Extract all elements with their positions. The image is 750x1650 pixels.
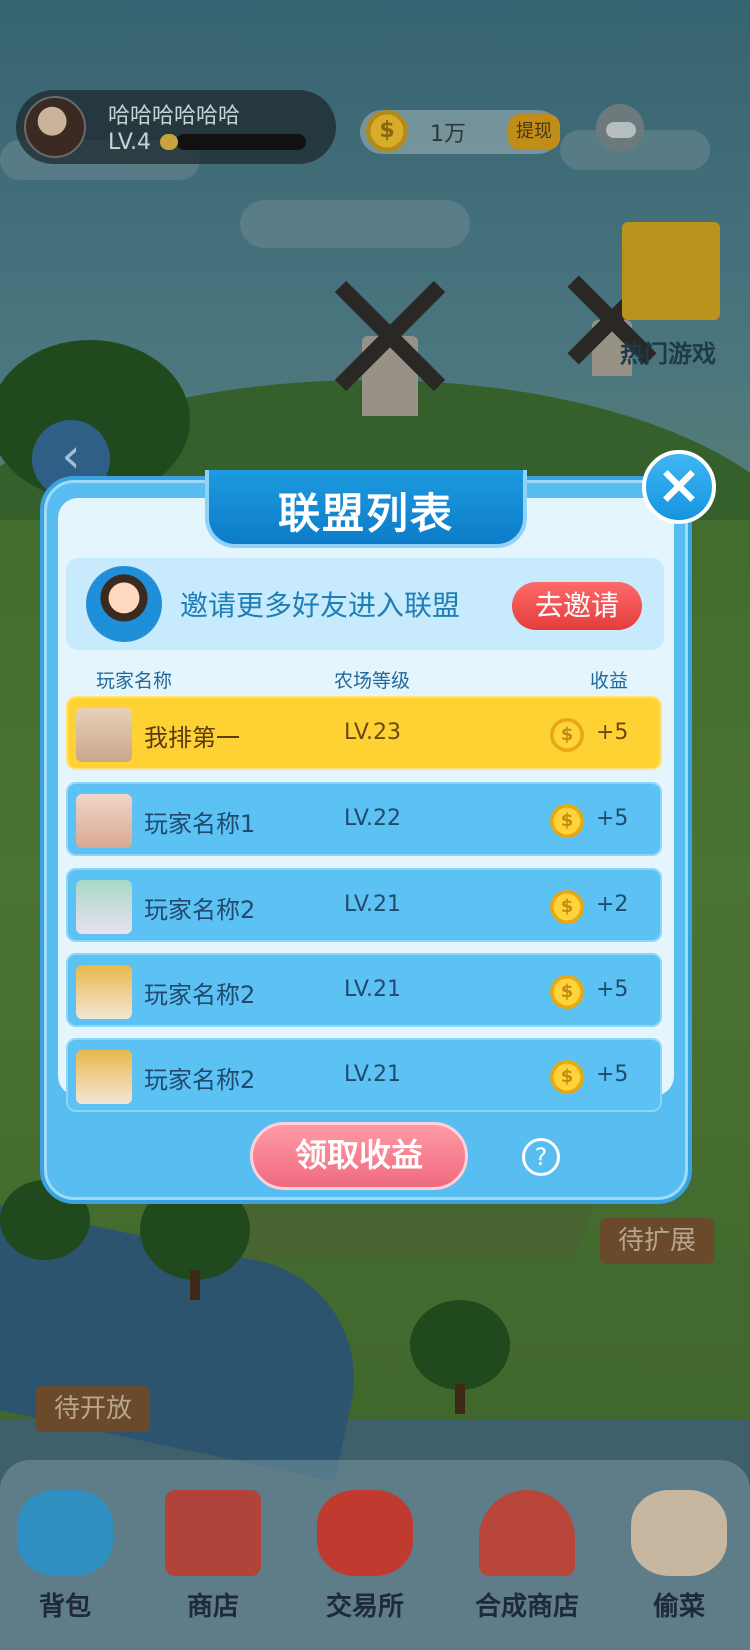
farm-level: LV.22: [344, 806, 402, 831]
player-name: 玩家名称2: [144, 1066, 256, 1094]
coin-icon: $: [366, 110, 408, 152]
player-name: 我排第一: [144, 724, 240, 752]
column-header-level: 农场等级: [334, 670, 411, 692]
level-progress-fill: [160, 134, 178, 150]
add-friend-icon: [86, 566, 162, 642]
column-header-income: 收益: [590, 670, 629, 692]
table-row[interactable]: 我排第一 LV.23 $ +5: [66, 696, 662, 770]
coin-icon: $: [550, 975, 584, 1009]
nav-label: 偷菜: [652, 1592, 705, 1622]
money-bag-icon: [317, 1490, 413, 1576]
farm-level: LV.21: [344, 892, 402, 917]
hot-games-label[interactable]: 热门游戏: [620, 334, 716, 369]
shop-icon: [165, 1490, 261, 1576]
hot-games-tile[interactable]: [622, 222, 720, 320]
avatar: [76, 880, 132, 934]
avatar: [76, 1050, 132, 1104]
table-row[interactable]: 玩家名称2 LV.21 $ +2: [66, 868, 662, 942]
weather-icon[interactable]: [596, 104, 644, 152]
help-icon[interactable]: ?: [522, 1138, 560, 1176]
table-row[interactable]: 玩家名称1 LV.22 $ +5: [66, 782, 662, 856]
withdraw-button[interactable]: 提现: [508, 114, 560, 150]
player-name: 哈哈哈哈哈哈: [108, 104, 241, 129]
modal-title: 联盟列表: [277, 489, 454, 538]
coin-amount: 1万: [430, 122, 466, 147]
player-name: 玩家名称2: [144, 896, 256, 924]
income-value: +5: [596, 1062, 629, 1087]
sign-expand[interactable]: 待扩展: [600, 1218, 715, 1264]
nav-exchange[interactable]: 交易所: [300, 1490, 430, 1623]
table-row[interactable]: 玩家名称2 LV.21 $ +5: [66, 953, 662, 1027]
avatar: [76, 794, 132, 848]
coin-icon: $: [550, 804, 584, 838]
avatar[interactable]: [24, 96, 86, 158]
player-profile[interactable]: 哈哈哈哈哈哈 LV.4: [16, 90, 336, 164]
nav-label: 商店: [186, 1592, 239, 1622]
table-row[interactable]: 玩家名称2 LV.21 $ +5: [66, 1038, 662, 1112]
nav-label: 合成商店: [474, 1592, 579, 1622]
invite-text: 邀请更多好友进入联盟: [180, 589, 461, 622]
backpack-icon: [17, 1490, 113, 1576]
coin-icon: $: [550, 718, 584, 752]
coin-icon: $: [550, 890, 584, 924]
sign-open[interactable]: 待开放: [36, 1386, 151, 1432]
nav-merge-shop[interactable]: 合成商店: [462, 1490, 592, 1623]
house-icon: [479, 1490, 575, 1576]
farm-level: LV.21: [344, 1062, 402, 1087]
avatar: [76, 708, 132, 762]
income-value: +5: [596, 720, 629, 745]
nav-label: 交易所: [325, 1592, 404, 1622]
glove-icon: [631, 1490, 727, 1576]
farm-level: LV.23: [344, 720, 402, 745]
farm-level: LV.21: [344, 977, 402, 1002]
nav-shop[interactable]: 商店: [148, 1490, 278, 1623]
claim-income-button[interactable]: 领取收益: [250, 1122, 468, 1190]
level-progress-bar: [176, 134, 306, 150]
income-value: +5: [596, 977, 629, 1002]
player-name: 玩家名称1: [144, 810, 256, 838]
nav-backpack[interactable]: 背包: [0, 1490, 130, 1623]
close-icon[interactable]: ×: [642, 450, 716, 524]
player-level: LV.4: [108, 130, 152, 155]
nav-label: 背包: [38, 1592, 91, 1622]
player-name: 玩家名称2: [144, 981, 256, 1009]
income-value: +2: [596, 892, 629, 917]
coin-icon: $: [550, 1060, 584, 1094]
invite-button[interactable]: 去邀请: [512, 582, 642, 630]
column-header-name: 玩家名称: [96, 670, 173, 692]
income-value: +5: [596, 806, 629, 831]
avatar: [76, 965, 132, 1019]
nav-steal[interactable]: 偷菜: [614, 1490, 744, 1623]
